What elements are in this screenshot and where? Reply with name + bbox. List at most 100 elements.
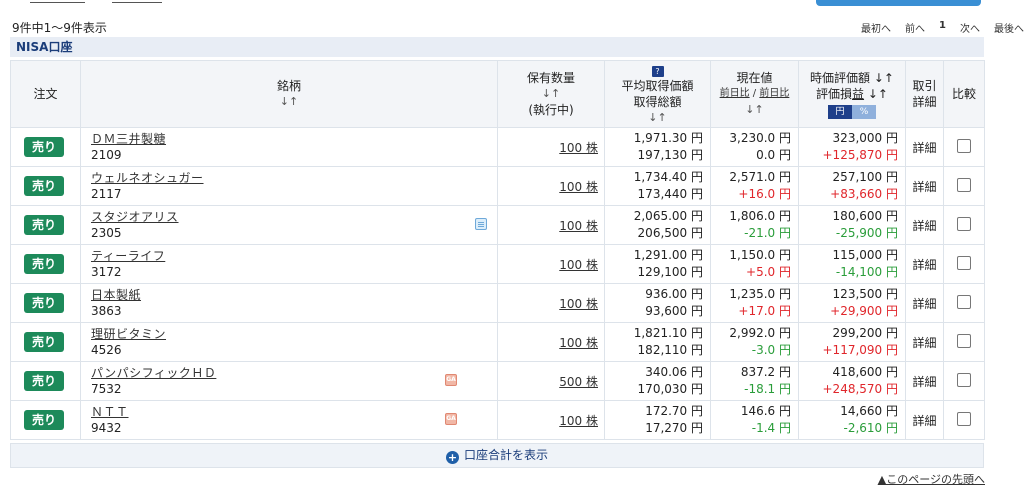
top-link-1[interactable] bbox=[30, 0, 85, 3]
sort-icon[interactable]: ↓↑ bbox=[498, 86, 604, 102]
table-row: 売り ウェルネオシュガー 2117 100 株 1,734.40 円 173,440 円2… bbox=[10, 166, 985, 206]
sell-button[interactable]: 売り bbox=[24, 176, 64, 196]
current-price: 1,235.0 円 bbox=[729, 287, 791, 301]
yen-toggle[interactable]: 円 bbox=[828, 104, 852, 119]
compare-checkbox[interactable] bbox=[957, 255, 971, 270]
stock-name-link[interactable]: 理研ビタミン bbox=[91, 326, 497, 342]
total-cost: 93,600 円 bbox=[645, 304, 703, 318]
pager-next[interactable]: 次へ bbox=[960, 20, 980, 35]
qty-link[interactable]: 100 株 bbox=[559, 297, 598, 311]
value-cell: 418,600 円 +248,570 円 bbox=[798, 361, 906, 401]
percent-toggle[interactable]: % bbox=[852, 104, 876, 119]
col-avg-cost[interactable]: ? 平均取得価額 取得総額 ↓↑ bbox=[604, 60, 711, 128]
qty-link[interactable]: 100 株 bbox=[559, 258, 598, 272]
sell-button[interactable]: 売り bbox=[24, 332, 64, 352]
value-cell: 123,500 円 +29,900 円 bbox=[798, 283, 906, 323]
qty-link[interactable]: 100 株 bbox=[559, 141, 598, 155]
stock-name-link[interactable]: ウェルネオシュガー bbox=[91, 170, 497, 186]
col-price[interactable]: 現在値 前日比 / 前日比 ↓↑ bbox=[710, 60, 799, 128]
stock-cell: スタジオアリス 2305 bbox=[80, 205, 498, 245]
stock-code: 9432 bbox=[91, 421, 122, 435]
help-icon[interactable]: ? bbox=[651, 66, 664, 77]
sell-button[interactable]: 売り bbox=[24, 410, 64, 430]
qty-link[interactable]: 100 株 bbox=[559, 414, 598, 428]
avg-cost: 936.00 円 bbox=[645, 287, 703, 301]
cost-cell: 172.70 円 17,270 円 bbox=[604, 400, 711, 440]
top-link-2[interactable] bbox=[112, 0, 162, 3]
price-cell: 146.6 円 -1.4 円 bbox=[710, 400, 799, 440]
sell-button[interactable]: 売り bbox=[24, 137, 64, 157]
show-total-label: 口座合計を表示 bbox=[463, 448, 548, 462]
compare-checkbox[interactable] bbox=[957, 294, 971, 309]
calendar-icon[interactable] bbox=[475, 218, 487, 230]
prev-day-yen-link[interactable]: 前日比 bbox=[720, 88, 750, 99]
cost-cell: 340.06 円 170,030 円 bbox=[604, 361, 711, 401]
top-action-button[interactable] bbox=[816, 0, 981, 6]
col-market-value[interactable]: 時価評価額 ↓↑ 評価損益 ↓↑ 円% bbox=[798, 60, 906, 128]
stock-name-link[interactable]: ティーライフ bbox=[91, 248, 497, 264]
page-top-link[interactable]: ▲このページの先頭へ bbox=[878, 471, 985, 487]
compare-checkbox[interactable] bbox=[957, 333, 971, 348]
ga-badge-icon[interactable]: GA bbox=[445, 374, 457, 386]
stock-name-link[interactable]: ＮＴＴ bbox=[91, 404, 497, 420]
stock-name-link[interactable]: ＤＭ三井製糖 bbox=[91, 131, 497, 147]
sell-button[interactable]: 売り bbox=[24, 254, 64, 274]
pager-last[interactable]: 最後へ bbox=[994, 20, 1024, 35]
compare-checkbox[interactable] bbox=[957, 372, 971, 387]
compare-cell bbox=[943, 127, 985, 167]
ga-badge-icon[interactable]: GA bbox=[445, 413, 457, 425]
pager-prev[interactable]: 前へ bbox=[905, 20, 925, 35]
qty-link[interactable]: 100 株 bbox=[559, 336, 598, 350]
col-qty[interactable]: 保有数量 ↓↑ (執行中) bbox=[497, 60, 605, 128]
detail-link[interactable]: 詳細 bbox=[912, 258, 936, 272]
detail-link[interactable]: 詳細 bbox=[912, 375, 936, 389]
compare-checkbox[interactable] bbox=[957, 138, 971, 153]
compare-checkbox[interactable] bbox=[957, 216, 971, 231]
stock-name-link[interactable]: パンパシフィックＨＤ bbox=[91, 365, 497, 381]
avg-cost: 1,291.00 円 bbox=[633, 248, 703, 262]
sell-button[interactable]: 売り bbox=[24, 293, 64, 313]
price-cell: 3,230.0 円 0.0 円 bbox=[710, 127, 799, 167]
detail-link[interactable]: 詳細 bbox=[912, 141, 936, 155]
pager-first[interactable]: 最初へ bbox=[861, 20, 891, 35]
profit-loss: +83,660 円 bbox=[830, 187, 898, 201]
detail-link[interactable]: 詳細 bbox=[912, 414, 936, 428]
compare-cell bbox=[943, 283, 985, 323]
value-cell: 14,660 円 -2,610 円 bbox=[798, 400, 906, 440]
order-cell: 売り bbox=[10, 127, 81, 167]
qty-cell: 500 株 bbox=[497, 361, 605, 401]
market-value: 418,600 円 bbox=[832, 365, 898, 379]
table-row: 売り ティーライフ 3172 100 株 1,291.00 円 129,100 円 1,15… bbox=[10, 244, 985, 284]
table-row: 売り スタジオアリス 2305 100 株 2,065.00 円 206,500 円 1,8… bbox=[10, 205, 985, 245]
detail-cell: 詳細 bbox=[905, 166, 944, 206]
sort-icon[interactable]: ↓↑ bbox=[81, 94, 497, 110]
cost-cell: 1,734.40 円 173,440 円 bbox=[604, 166, 711, 206]
compare-cell bbox=[943, 361, 985, 401]
currency-toggle[interactable]: 円% bbox=[828, 104, 876, 119]
detail-link[interactable]: 詳細 bbox=[912, 297, 936, 311]
table-row: 売り ＤＭ三井製糖 2109 100 株 1,971.30 円 197,130 円 3,23… bbox=[10, 127, 985, 167]
compare-checkbox[interactable] bbox=[957, 411, 971, 426]
stock-name-link[interactable]: 日本製紙 bbox=[91, 287, 497, 303]
detail-link[interactable]: 詳細 bbox=[912, 336, 936, 350]
qty-link[interactable]: 100 株 bbox=[559, 219, 598, 233]
order-cell: 売り bbox=[10, 283, 81, 323]
show-account-total-button[interactable]: + 口座合計を表示 bbox=[10, 443, 984, 468]
sort-icon[interactable]: ↓↑ bbox=[711, 102, 798, 118]
stock-cell: ティーライフ 3172 bbox=[80, 244, 498, 284]
total-cost: 197,130 円 bbox=[637, 148, 703, 162]
detail-link[interactable]: 詳細 bbox=[912, 219, 936, 233]
sell-button[interactable]: 売り bbox=[24, 215, 64, 235]
sort-icon[interactable]: ↓↑ bbox=[605, 110, 710, 126]
qty-link[interactable]: 100 株 bbox=[559, 180, 598, 194]
compare-checkbox[interactable] bbox=[957, 177, 971, 192]
detail-link[interactable]: 詳細 bbox=[912, 180, 936, 194]
sell-button[interactable]: 売り bbox=[24, 371, 64, 391]
col-name[interactable]: 銘柄 ↓↑ bbox=[80, 60, 498, 128]
market-value: 14,660 円 bbox=[840, 404, 898, 418]
stock-name-link[interactable]: スタジオアリス bbox=[91, 209, 497, 225]
stock-code: 7532 bbox=[91, 382, 122, 396]
prev-day-pct-link[interactable]: 前日比 bbox=[759, 88, 789, 99]
day-change: -3.0 円 bbox=[751, 343, 791, 357]
qty-link[interactable]: 500 株 bbox=[559, 375, 598, 389]
